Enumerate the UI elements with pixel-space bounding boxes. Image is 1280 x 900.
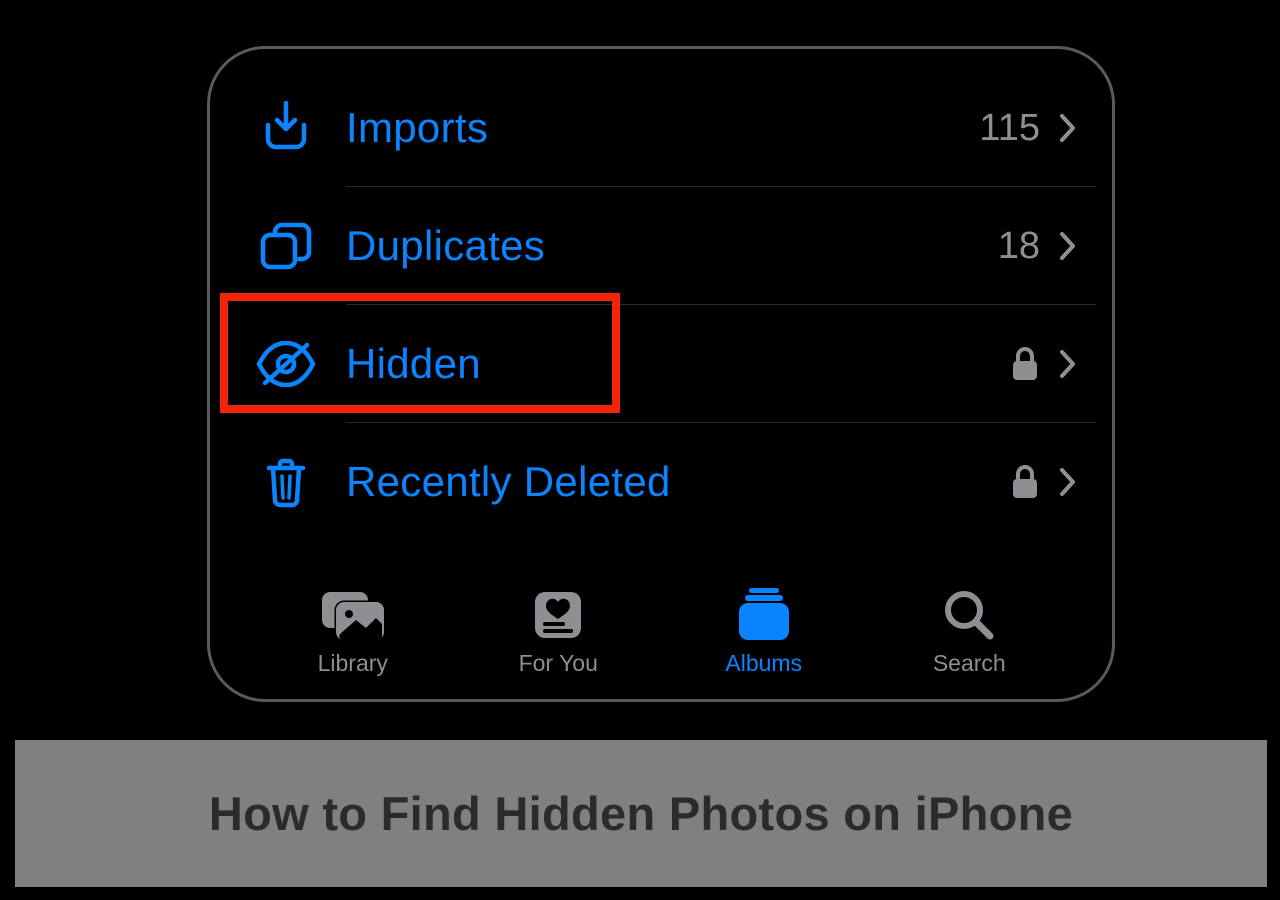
albums-list: Imports 115 Duplicates 18 — [210, 49, 1112, 541]
album-row-trail: 18 — [998, 225, 1096, 268]
albums-icon — [735, 588, 793, 642]
album-row-label: Recently Deleted — [346, 458, 1010, 506]
album-row-count: 18 — [998, 225, 1040, 268]
tab-albums[interactable]: Albums — [694, 588, 834, 677]
album-row-trail — [1010, 464, 1096, 500]
tab-label: Search — [933, 650, 1006, 677]
album-row-hidden[interactable]: Hidden — [226, 305, 1096, 423]
album-row-label: Duplicates — [346, 222, 998, 270]
foryou-icon — [531, 588, 585, 642]
chevron-right-icon — [1060, 468, 1076, 496]
tab-library[interactable]: Library — [283, 588, 423, 677]
trash-icon — [226, 456, 346, 508]
album-row-recently-deleted[interactable]: Recently Deleted — [226, 423, 1096, 541]
chevron-right-icon — [1060, 114, 1076, 142]
duplicate-icon — [226, 221, 346, 271]
chevron-right-icon — [1060, 232, 1076, 260]
eye-slash-icon — [226, 341, 346, 387]
album-row-count: 115 — [979, 107, 1040, 150]
tab-label: For You — [519, 650, 598, 677]
download-icon — [226, 101, 346, 155]
album-row-duplicates[interactable]: Duplicates 18 — [226, 187, 1096, 305]
tab-label: Albums — [725, 650, 802, 677]
tab-bar: Library For You Albums — [210, 567, 1112, 699]
album-row-imports[interactable]: Imports 115 — [226, 69, 1096, 187]
search-icon — [942, 588, 996, 642]
album-row-label: Hidden — [346, 340, 1010, 388]
tab-label: Library — [318, 650, 388, 677]
tab-for-you[interactable]: For You — [488, 588, 628, 677]
lock-icon — [1010, 346, 1040, 382]
library-icon — [318, 588, 388, 642]
lock-icon — [1010, 464, 1040, 500]
tab-search[interactable]: Search — [899, 588, 1039, 677]
album-row-trail — [1010, 346, 1096, 382]
photos-albums-card: Imports 115 Duplicates 18 — [207, 46, 1115, 702]
caption-bar: How to Find Hidden Photos on iPhone — [12, 737, 1270, 890]
chevron-right-icon — [1060, 350, 1076, 378]
album-row-label: Imports — [346, 104, 979, 152]
caption-text: How to Find Hidden Photos on iPhone — [209, 786, 1073, 841]
album-row-trail: 115 — [979, 107, 1096, 150]
